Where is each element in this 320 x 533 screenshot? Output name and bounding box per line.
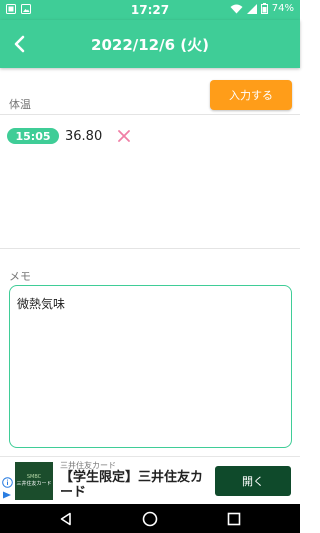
signal-icon — [246, 3, 257, 14]
nav-back-button[interactable] — [57, 510, 75, 528]
delete-record-icon[interactable] — [116, 128, 132, 144]
triangle-back-icon — [60, 512, 71, 526]
ad-headline: 【学生限定】三井住友カード — [60, 470, 204, 500]
circle-home-icon — [142, 511, 158, 527]
system-icons: 74% — [230, 3, 294, 14]
divider — [0, 248, 300, 249]
battery-level: 74% — [271, 3, 294, 14]
ad-logo: SMBC 三井住友カード — [15, 462, 53, 500]
memo-textarea[interactable]: 微熱気味 — [9, 285, 292, 448]
square-recents-icon — [227, 512, 241, 526]
battery-icon — [260, 3, 268, 14]
record-time-badge: 15:05 — [7, 128, 59, 144]
memo-section-label: メモ — [9, 270, 31, 283]
ad-logo-text: 三井住友カード — [16, 481, 52, 487]
app-screen: 17:27 74% 2022/12/6 (火) 体温 入力する 15:05 36… — [0, 0, 300, 533]
app-bar: 2022/12/6 (火) — [0, 20, 300, 68]
page-title: 2022/12/6 (火) — [91, 36, 209, 54]
wifi-icon — [230, 4, 243, 13]
temperature-record: 15:05 36.80 — [7, 127, 132, 145]
ad-choices-icon[interactable] — [2, 491, 12, 499]
ad-banner[interactable]: SMBC 三井住友カード 三井住友カード 【学生限定】三井住友カード 開く — [0, 456, 300, 504]
system-nav-bar — [0, 504, 300, 533]
ad-open-button[interactable]: 開く — [215, 466, 291, 496]
input-temperature-button[interactable]: 入力する — [210, 80, 292, 110]
nav-recents-button[interactable] — [225, 510, 243, 528]
divider — [0, 114, 300, 115]
nav-home-button[interactable] — [141, 510, 159, 528]
temperature-section-label: 体温 — [9, 98, 31, 111]
status-bar: 17:27 74% — [0, 0, 300, 20]
ad-info-icon[interactable] — [2, 477, 13, 488]
ad-logo-brand: SMBC — [26, 474, 42, 480]
record-temperature-value: 36.80 — [65, 128, 103, 144]
